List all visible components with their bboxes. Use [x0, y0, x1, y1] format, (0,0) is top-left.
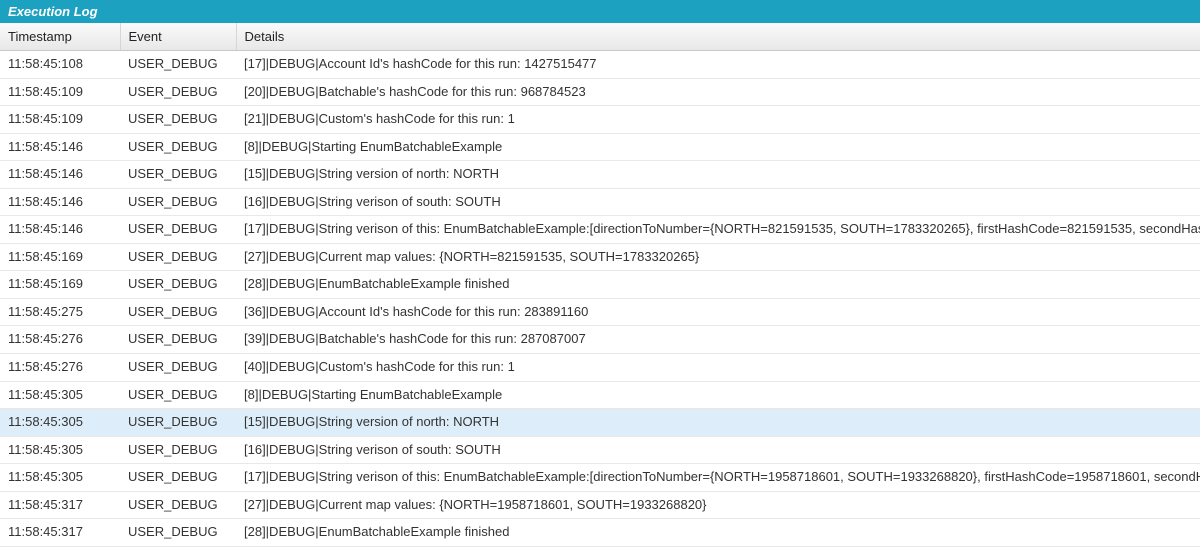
cell-timestamp: 11:58:45:146: [0, 161, 120, 189]
execution-log-table: Timestamp Event Details 11:58:45:108USER…: [0, 23, 1200, 547]
cell-event: USER_DEBUG: [120, 409, 236, 437]
table-row[interactable]: 11:58:45:169USER_DEBUG[27]|DEBUG|Current…: [0, 243, 1200, 271]
cell-timestamp: 11:58:45:169: [0, 271, 120, 299]
cell-details: [17]|DEBUG|Account Id's hashCode for thi…: [236, 51, 1200, 79]
cell-timestamp: 11:58:45:109: [0, 78, 120, 106]
cell-details: [17]|DEBUG|String verison of this: EnumB…: [236, 464, 1200, 492]
table-row[interactable]: 11:58:45:317USER_DEBUG[28]|DEBUG|EnumBat…: [0, 519, 1200, 547]
cell-details: [16]|DEBUG|String verison of south: SOUT…: [236, 436, 1200, 464]
col-header-timestamp[interactable]: Timestamp: [0, 23, 120, 51]
cell-details: [27]|DEBUG|Current map values: {NORTH=19…: [236, 491, 1200, 519]
cell-event: USER_DEBUG: [120, 188, 236, 216]
cell-timestamp: 11:58:45:146: [0, 188, 120, 216]
cell-timestamp: 11:58:45:109: [0, 106, 120, 134]
cell-event: USER_DEBUG: [120, 161, 236, 189]
cell-details: [21]|DEBUG|Custom's hashCode for this ru…: [236, 106, 1200, 134]
table-row[interactable]: 11:58:45:305USER_DEBUG[8]|DEBUG|Starting…: [0, 381, 1200, 409]
table-row[interactable]: 11:58:45:305USER_DEBUG[15]|DEBUG|String …: [0, 409, 1200, 437]
cell-event: USER_DEBUG: [120, 298, 236, 326]
cell-timestamp: 11:58:45:317: [0, 519, 120, 547]
cell-event: USER_DEBUG: [120, 326, 236, 354]
cell-event: USER_DEBUG: [120, 436, 236, 464]
table-row[interactable]: 11:58:45:146USER_DEBUG[8]|DEBUG|Starting…: [0, 133, 1200, 161]
table-row[interactable]: 11:58:45:169USER_DEBUG[28]|DEBUG|EnumBat…: [0, 271, 1200, 299]
cell-details: [8]|DEBUG|Starting EnumBatchableExample: [236, 381, 1200, 409]
cell-event: USER_DEBUG: [120, 243, 236, 271]
cell-event: USER_DEBUG: [120, 216, 236, 244]
cell-details: [17]|DEBUG|String verison of this: EnumB…: [236, 216, 1200, 244]
cell-timestamp: 11:58:45:305: [0, 409, 120, 437]
table-row[interactable]: 11:58:45:276USER_DEBUG[40]|DEBUG|Custom'…: [0, 354, 1200, 382]
table-row[interactable]: 11:58:45:275USER_DEBUG[36]|DEBUG|Account…: [0, 298, 1200, 326]
cell-timestamp: 11:58:45:169: [0, 243, 120, 271]
panel-title: Execution Log: [0, 0, 1200, 23]
cell-event: USER_DEBUG: [120, 51, 236, 79]
cell-details: [16]|DEBUG|String verison of south: SOUT…: [236, 188, 1200, 216]
cell-timestamp: 11:58:45:276: [0, 326, 120, 354]
cell-timestamp: 11:58:45:276: [0, 354, 120, 382]
table-row[interactable]: 11:58:45:109USER_DEBUG[20]|DEBUG|Batchab…: [0, 78, 1200, 106]
cell-event: USER_DEBUG: [120, 464, 236, 492]
table-row[interactable]: 11:58:45:146USER_DEBUG[17]|DEBUG|String …: [0, 216, 1200, 244]
cell-timestamp: 11:58:45:305: [0, 464, 120, 492]
cell-timestamp: 11:58:45:317: [0, 491, 120, 519]
cell-event: USER_DEBUG: [120, 519, 236, 547]
cell-details: [28]|DEBUG|EnumBatchableExample finished: [236, 519, 1200, 547]
table-row[interactable]: 11:58:45:109USER_DEBUG[21]|DEBUG|Custom'…: [0, 106, 1200, 134]
cell-timestamp: 11:58:45:146: [0, 216, 120, 244]
col-header-details[interactable]: Details: [236, 23, 1200, 51]
col-header-event[interactable]: Event: [120, 23, 236, 51]
cell-timestamp: 11:58:45:305: [0, 436, 120, 464]
table-row[interactable]: 11:58:45:276USER_DEBUG[39]|DEBUG|Batchab…: [0, 326, 1200, 354]
table-header-row: Timestamp Event Details: [0, 23, 1200, 51]
cell-event: USER_DEBUG: [120, 106, 236, 134]
cell-event: USER_DEBUG: [120, 354, 236, 382]
table-row[interactable]: 11:58:45:108USER_DEBUG[17]|DEBUG|Account…: [0, 51, 1200, 79]
cell-timestamp: 11:58:45:275: [0, 298, 120, 326]
table-row[interactable]: 11:58:45:305USER_DEBUG[17]|DEBUG|String …: [0, 464, 1200, 492]
cell-details: [8]|DEBUG|Starting EnumBatchableExample: [236, 133, 1200, 161]
cell-details: [27]|DEBUG|Current map values: {NORTH=82…: [236, 243, 1200, 271]
cell-timestamp: 11:58:45:305: [0, 381, 120, 409]
table-row[interactable]: 11:58:45:146USER_DEBUG[16]|DEBUG|String …: [0, 188, 1200, 216]
table-row[interactable]: 11:58:45:146USER_DEBUG[15]|DEBUG|String …: [0, 161, 1200, 189]
cell-event: USER_DEBUG: [120, 491, 236, 519]
table-row[interactable]: 11:58:45:305USER_DEBUG[16]|DEBUG|String …: [0, 436, 1200, 464]
cell-details: [39]|DEBUG|Batchable's hashCode for this…: [236, 326, 1200, 354]
cell-timestamp: 11:58:45:146: [0, 133, 120, 161]
cell-details: [40]|DEBUG|Custom's hashCode for this ru…: [236, 354, 1200, 382]
table-row[interactable]: 11:58:45:317USER_DEBUG[27]|DEBUG|Current…: [0, 491, 1200, 519]
cell-details: [20]|DEBUG|Batchable's hashCode for this…: [236, 78, 1200, 106]
cell-event: USER_DEBUG: [120, 381, 236, 409]
cell-details: [15]|DEBUG|String version of north: NORT…: [236, 161, 1200, 189]
cell-event: USER_DEBUG: [120, 271, 236, 299]
cell-details: [36]|DEBUG|Account Id's hashCode for thi…: [236, 298, 1200, 326]
cell-details: [15]|DEBUG|String version of north: NORT…: [236, 409, 1200, 437]
cell-timestamp: 11:58:45:108: [0, 51, 120, 79]
cell-event: USER_DEBUG: [120, 78, 236, 106]
cell-details: [28]|DEBUG|EnumBatchableExample finished: [236, 271, 1200, 299]
cell-event: USER_DEBUG: [120, 133, 236, 161]
